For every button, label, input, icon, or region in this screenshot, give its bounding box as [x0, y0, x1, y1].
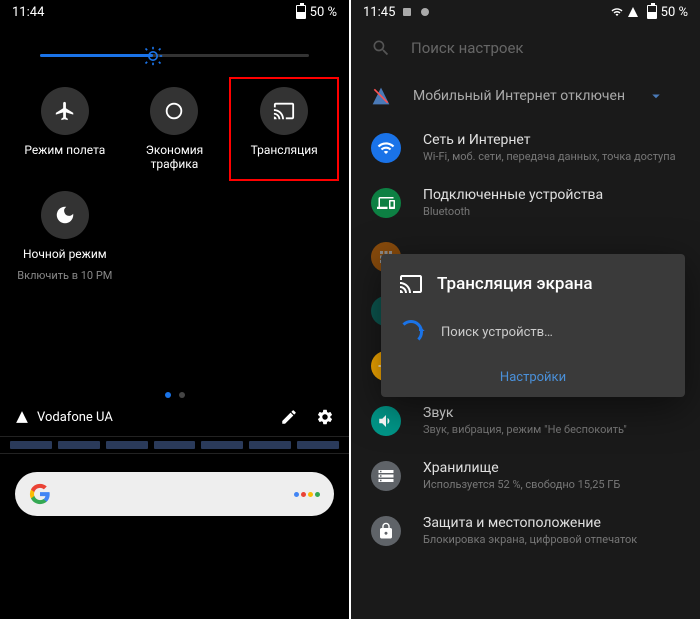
item-subtitle: Используется 52 %, свободно 15,25 ГБ [423, 478, 680, 491]
banner-text: Мобильный Интернет отключен [413, 88, 625, 104]
tile-label: Трансляция [251, 143, 318, 157]
settings-item-connected-devices[interactable]: Подключенные устройства Bluetooth [351, 175, 700, 230]
search-placeholder: Поиск настроек [411, 39, 524, 57]
sound-icon [371, 406, 401, 436]
quick-settings-tiles: Режим полета Экономия трафика Трансляция… [0, 77, 349, 292]
gear-icon[interactable] [316, 408, 334, 426]
search-icon [371, 38, 391, 58]
security-icon [371, 516, 401, 546]
notification-icon [419, 6, 431, 18]
cast-dialog: Трансляция экрана Поиск устройств… Настр… [381, 254, 685, 397]
carrier-row: Vodafone UA [0, 398, 349, 436]
item-subtitle: Bluetooth [423, 205, 680, 218]
tile-cast[interactable]: Трансляция [229, 77, 339, 181]
dialog-searching-text: Поиск устройств… [441, 325, 553, 340]
page-dot [179, 392, 185, 398]
status-bar: 11:44 50 % [0, 0, 349, 24]
battery-icon [296, 5, 306, 19]
quick-settings-screen: 11:44 50 % Режим полета Экономия трафика [0, 0, 349, 619]
tile-airplane[interactable]: Режим полета [10, 77, 120, 181]
carrier-name: Vodafone UA [37, 410, 113, 425]
settings-item-storage[interactable]: Хранилище Используется 52 %, свободно 15… [351, 448, 700, 503]
item-title: Защита и местоположение [423, 515, 680, 531]
google-search-bar[interactable] [15, 472, 334, 516]
dialog-title: Трансляция экрана [437, 274, 593, 294]
settings-search[interactable]: Поиск настроек [351, 24, 700, 72]
item-title: Хранилище [423, 460, 680, 476]
tile-data-saver[interactable]: Экономия трафика [120, 77, 230, 181]
thumbnail-row [0, 436, 349, 454]
battery-icon [647, 5, 657, 19]
item-subtitle: Звук, вибрация, режим "Не беспокоить" [423, 423, 680, 436]
page-dot [165, 392, 171, 398]
devices-icon [371, 188, 401, 218]
night-mode-icon [41, 191, 89, 239]
airplane-icon [41, 87, 89, 135]
item-title: Звук [423, 405, 680, 421]
item-subtitle: Блокировка экрана, цифровой отпечаток [423, 533, 680, 546]
item-title: Сеть и Интернет [423, 132, 680, 148]
loading-spinner-icon [399, 320, 423, 344]
brightness-thumb-icon[interactable] [143, 46, 163, 66]
edit-icon[interactable] [280, 408, 298, 426]
mobile-internet-banner[interactable]: Мобильный Интернет отключен [351, 72, 700, 120]
signal-icon [15, 410, 29, 424]
settings-item-sound[interactable]: Звук Звук, вибрация, режим "Не беспокоит… [351, 393, 700, 448]
brightness-slider[interactable] [0, 24, 349, 77]
wifi-icon [610, 6, 624, 18]
wifi-icon [371, 133, 401, 163]
settings-item-network[interactable]: Сеть и Интернет Wi-Fi, моб. сети, переда… [351, 120, 700, 175]
chevron-down-icon [647, 87, 665, 105]
item-subtitle: Wi-Fi, моб. сети, передача данных, точка… [423, 150, 680, 163]
status-time: 11:44 [12, 5, 44, 20]
dialog-settings-link[interactable]: Настройки [500, 370, 566, 385]
cast-icon [260, 87, 308, 135]
settings-item-security[interactable]: Защита и местоположение Блокировка экран… [351, 503, 700, 558]
google-icon [29, 483, 51, 505]
tile-night-mode[interactable]: Ночной режим Включить в 10 PM [10, 181, 120, 292]
tile-label: Экономия трафика [125, 143, 225, 171]
tile-sublabel: Включить в 10 PM [17, 269, 112, 282]
tile-label: Режим полета [24, 143, 105, 157]
status-time: 11:45 [363, 5, 395, 20]
signal-off-icon [371, 86, 391, 106]
item-title: Подключенные устройства [423, 187, 680, 203]
tile-label: Ночной режим [23, 247, 107, 261]
notification-icon [401, 6, 413, 18]
battery-percent: 50 % [310, 5, 337, 20]
data-saver-icon [150, 87, 198, 135]
settings-screen: 11:45 50 % Поиск настроек Мобильный Инте… [351, 0, 700, 619]
cast-icon [399, 272, 423, 296]
assistant-icon[interactable] [294, 492, 320, 497]
storage-icon [371, 461, 401, 491]
status-bar: 11:45 50 % [351, 0, 700, 24]
signal-icon [627, 6, 639, 18]
battery-percent: 50 % [661, 5, 688, 20]
